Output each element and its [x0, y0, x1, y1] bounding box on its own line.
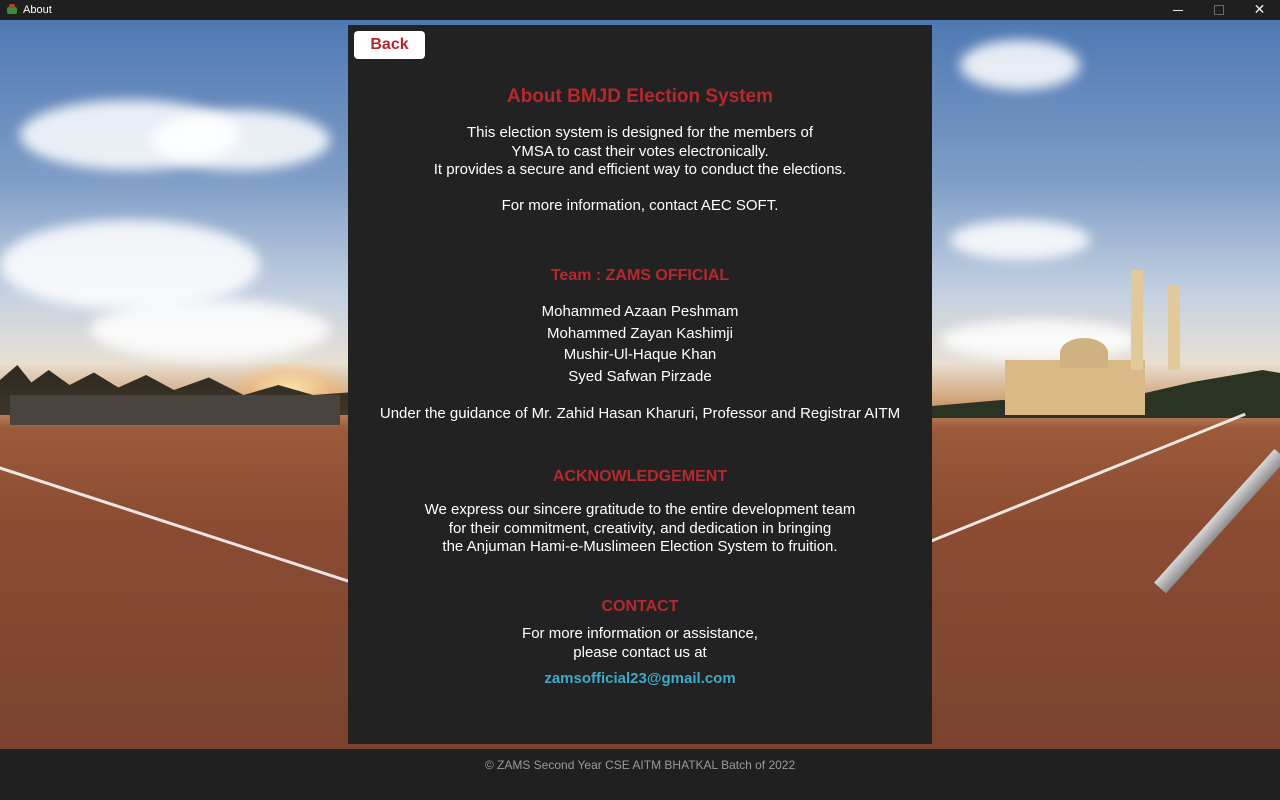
maximize-icon [1213, 5, 1224, 15]
contact-email-link[interactable]: zamsofficial23@gmail.com [348, 670, 932, 687]
close-icon: ✕ [1253, 2, 1266, 18]
cloud [0, 220, 260, 310]
minaret [1168, 285, 1180, 370]
field-line [0, 460, 361, 587]
minimize-button[interactable] [1157, 0, 1198, 20]
team-heading: Team : ZAMS OFFICIAL [550, 267, 730, 284]
cloud [950, 220, 1090, 260]
about-contact-line: For more information, contact AEC SOFT. [501, 197, 779, 214]
railing [1154, 448, 1280, 594]
grandstand [10, 395, 340, 425]
copyright-text: © ZAMS Second Year CSE AITM BHATKAL Batc… [484, 758, 796, 772]
close-button[interactable]: ✕ [1239, 0, 1280, 20]
guidance-text: Under the guidance of Mr. Zahid Hasan Kh… [379, 405, 901, 422]
title-bar: About ✕ [0, 0, 1280, 20]
mosque-dome [1060, 338, 1108, 368]
acknowledgement-line: for their commitment, creativity, and de… [448, 519, 832, 537]
cloud [90, 300, 330, 360]
about-text: This election system is designed for the… [348, 124, 932, 180]
app-icon [6, 4, 18, 16]
cloud [940, 320, 1140, 360]
cloud [150, 110, 330, 170]
minimize-icon [1172, 9, 1183, 11]
team-member: Mohammed Zayan Kashimji [547, 324, 733, 342]
contact-line: please contact us at [573, 643, 707, 661]
team-member: Mushir-Ul-Haque Khan [563, 346, 717, 363]
contact-text: For more information or assistance, plea… [348, 625, 932, 662]
team-member: Syed Safwan Pirzade [568, 367, 712, 385]
contact-line: For more information or assistance, [522, 625, 758, 642]
minaret [1131, 270, 1143, 370]
about-line: This election system is designed for the… [467, 124, 813, 141]
footer: © ZAMS Second Year CSE AITM BHATKAL Batc… [0, 749, 1280, 800]
field-line [929, 412, 1246, 543]
acknowledgement-line: the Anjuman Hami-e-Muslimeen Election Sy… [442, 538, 838, 555]
back-button[interactable]: Back [354, 31, 425, 59]
team-member: Mohammed Azaan Peshmam [541, 303, 739, 320]
acknowledgement-heading: ACKNOWLEDGEMENT [552, 468, 728, 485]
contact-heading: CONTACT [601, 598, 679, 615]
team-members: Mohammed Azaan Peshmam Mohammed Zayan Ka… [348, 301, 932, 387]
about-line: YMSA to cast their votes electronically. [511, 142, 769, 160]
maximize-button[interactable] [1198, 0, 1239, 20]
about-line: It provides a secure and efficient way t… [433, 161, 847, 178]
mosque [1005, 360, 1145, 415]
acknowledgement-text: We express our sincere gratitude to the … [348, 501, 932, 557]
cloud [960, 40, 1080, 90]
window-controls: ✕ [1157, 0, 1280, 20]
acknowledgement-line: We express our sincere gratitude to the … [424, 501, 856, 518]
window-title: About [23, 4, 52, 16]
about-heading: About BMJD Election System [506, 86, 774, 107]
about-panel: Back About BMJD Election System This ele… [348, 25, 932, 744]
